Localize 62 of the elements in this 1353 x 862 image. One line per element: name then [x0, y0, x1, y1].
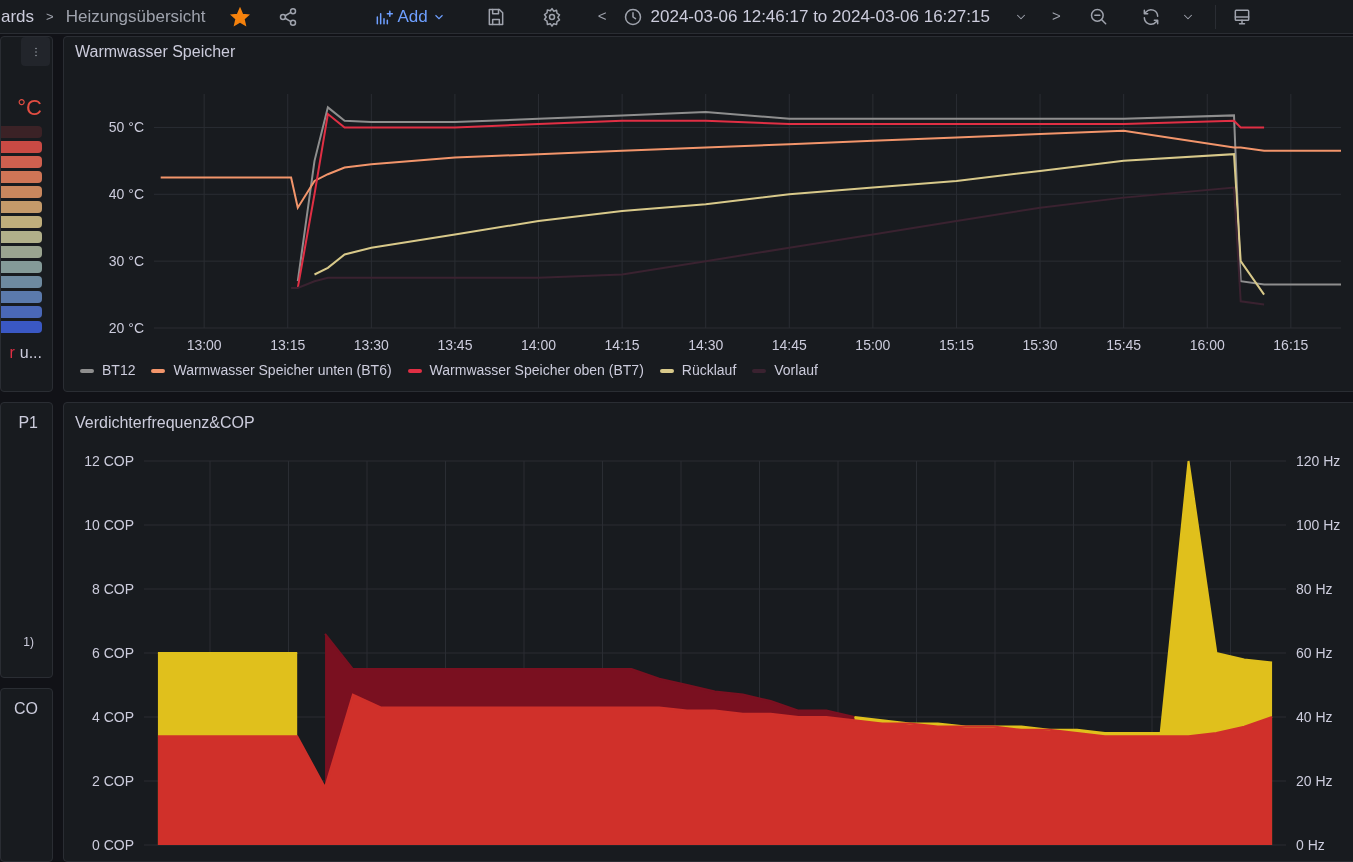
axis-label: 16:15 [1273, 337, 1309, 353]
legend-text: r [9, 343, 15, 363]
breadcrumb-separator: > [46, 7, 54, 26]
axis-label: 13:15 [270, 337, 306, 353]
settings-icon [541, 6, 562, 27]
axis-label: 40 °C [108, 186, 144, 203]
legend-swatch [151, 368, 166, 373]
axis-label: 30 °C [108, 253, 144, 270]
axis-label: 50 °C [108, 119, 144, 136]
axis-label: 10 COP [84, 517, 134, 533]
next-range-button[interactable]: > [1051, 5, 1061, 28]
legend-text: u... [19, 343, 42, 363]
axis-label: 15:30 [1022, 337, 1058, 353]
add-button[interactable]: Add [373, 3, 446, 30]
axis-label: 16:00 [1189, 337, 1225, 353]
axis-label: 120 Hz [1296, 453, 1341, 469]
axis-label: 100 Hz [1296, 517, 1341, 533]
legend-swatch [659, 368, 674, 373]
axis-label: 13:00 [186, 337, 222, 353]
time-range-picker[interactable]: 2024-03-06 12:46:17 to 2024-03-06 16:27:15 [622, 3, 1028, 30]
legend-label[interactable]: Vorlauf [774, 360, 818, 381]
share-icon [277, 6, 298, 27]
clock-icon [622, 6, 643, 27]
panel-title: Verdichterfrequenz&COP [74, 413, 256, 433]
axis-label: 14:00 [521, 337, 557, 353]
axis-label: 40 Hz [1296, 709, 1333, 725]
axis-label: 14:45 [771, 337, 807, 353]
legend-label[interactable]: Warmwasser Speicher unten (BT6) [173, 360, 392, 381]
legend-swatch [407, 368, 422, 373]
axis-label: 0 COP [92, 837, 134, 853]
axis-label: 0 Hz [1296, 837, 1325, 853]
panel-title: CO [14, 699, 38, 719]
axis-label: 4 COP [92, 709, 134, 725]
axis-label: 2 COP [92, 773, 134, 789]
legend-swatch [752, 368, 767, 373]
axis-label: 6 COP [92, 645, 134, 661]
unit-label: °C [17, 94, 42, 122]
axis-label: 60 Hz [1296, 645, 1333, 661]
axis-label: 80 Hz [1296, 581, 1333, 597]
legend-label[interactable]: Warmwasser Speicher oben (BT7) [429, 360, 644, 381]
zoom-out-icon [1088, 6, 1109, 27]
axis-label: 15:00 [855, 337, 891, 353]
star-icon [229, 6, 250, 27]
axis-label: 20 Hz [1296, 773, 1333, 789]
axis-label: 15:45 [1106, 337, 1142, 353]
breadcrumb-link[interactable]: ards [0, 3, 35, 30]
panel-title: P1 [18, 413, 38, 433]
axis-label: 8 COP [92, 581, 134, 597]
legend-label[interactable]: Rücklauf [681, 360, 737, 381]
panel-title: Warmwasser Speicher [74, 42, 237, 62]
previous-range-button[interactable]: < [597, 5, 607, 28]
legend-swatch [80, 368, 94, 373]
axis-label: 14:15 [604, 337, 640, 353]
axis-label: 20 °C [108, 320, 144, 336]
axis-label: 15:15 [938, 337, 974, 353]
axis-label: 14:30 [688, 337, 724, 353]
axis-label: 13:30 [353, 337, 389, 353]
legend-text: 1) [23, 634, 34, 651]
axis-label: 12 COP [84, 453, 134, 469]
axis-label: 13:45 [437, 337, 473, 353]
legend-label[interactable]: BT12 [102, 360, 136, 381]
dashboard-title: Heizungsübersicht [65, 5, 206, 28]
